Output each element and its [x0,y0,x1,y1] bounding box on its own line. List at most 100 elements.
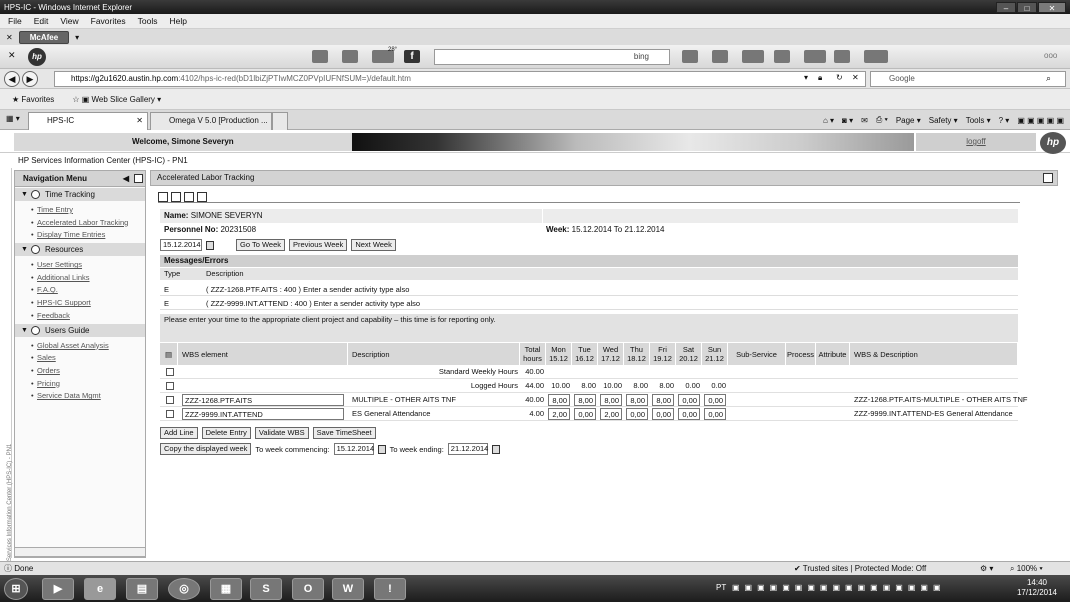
refresh-icon[interactable]: ↻ [836,73,843,82]
save-timesheet-button[interactable]: Save TimeSheet [312,427,376,439]
tab-hps-ic[interactable]: HPS-IC ✕ [28,112,148,130]
minimize-panel-icon[interactable] [1043,173,1053,183]
nav-item-user-settings[interactable]: User Settings [15,259,145,272]
new-tab-button[interactable] [272,112,288,130]
copy-icon[interactable] [171,191,181,202]
nav-group-users-guide[interactable]: ▼ Users Guide [15,323,145,337]
export-icon[interactable] [184,191,194,202]
tab-omega[interactable]: Omega V 5.0 [Production ... [150,112,272,130]
validate-wbs-button[interactable]: Validate WBS [254,427,309,439]
menu-file[interactable]: File [8,16,22,26]
close-button[interactable]: ✕ [1038,1,1066,13]
safety-menu[interactable]: Safety ▾ [929,116,958,125]
nav-item-time-entry[interactable]: Time Entry [15,204,145,217]
nav-item-sales[interactable]: Sales [15,352,145,365]
date-input[interactable]: 15.12.2014 [160,239,202,251]
forward-icon[interactable]: ▶ [22,71,38,87]
toolbar-icon-3[interactable] [804,50,826,63]
hours-input-fri[interactable]: 0,00 [652,408,674,420]
favorites-button[interactable]: ★ Favorites [12,95,54,104]
chrome-icon[interactable]: ◎ [168,578,200,600]
hours-input-mon[interactable]: 8,00 [548,394,570,406]
hours-input-sun[interactable]: 0,00 [704,408,726,420]
back-icon[interactable]: ◀ [4,71,20,87]
chevron-down-icon[interactable]: ▾ [75,33,79,42]
close-tab-icon[interactable]: ✕ [136,113,143,129]
toolbar-icon-4[interactable] [834,50,850,63]
nav-item-display-time-entries[interactable]: Display Time Entries [15,229,145,242]
media-player-icon[interactable]: ▶ [42,578,74,600]
tools-menu[interactable]: Tools ▾ [966,116,991,125]
maximize-button[interactable]: □ [1017,1,1037,13]
calendar-icon[interactable] [491,444,500,454]
wbs-input[interactable]: ZZZ-1268.PTF.AITS [182,394,344,406]
protected-mode-icon[interactable]: ⚙ ▾ [980,562,993,575]
menu-tools[interactable]: Tools [138,16,158,26]
nav-item-accelerated-labor-tracking[interactable]: Accelerated Labor Tracking [15,217,145,230]
add-line-button[interactable]: Add Line [160,427,198,439]
url-field[interactable]: https://g2u1620.austin.hp.com:4102/hps-i… [54,71,866,87]
outlook-icon[interactable]: O [292,578,324,600]
close-toolbar-icon[interactable]: ✕ [6,33,13,42]
row-checkbox[interactable] [166,368,174,376]
menu-view[interactable]: View [60,16,78,26]
copy-week-button[interactable]: Copy the displayed week [160,443,252,455]
word-icon[interactable]: W [332,578,364,600]
row-checkbox[interactable] [166,382,174,390]
thumbs-up-icon[interactable] [712,50,728,63]
nav-item-additional-links[interactable]: Additional Links [15,272,145,285]
more-icon[interactable]: ooo [1044,51,1057,60]
delete-entry-button[interactable]: Delete Entry [201,427,251,439]
chat-icon[interactable] [774,50,790,63]
hours-input-tue[interactable]: 8,00 [574,394,596,406]
mcafee-button[interactable]: McAfee [18,30,70,44]
minimize-button[interactable]: – [996,1,1016,13]
facebook-icon[interactable]: f [404,50,420,63]
hours-input-sat[interactable]: 0,00 [678,408,700,420]
menu-favorites[interactable]: Favorites [91,16,126,26]
nav-item-feedback[interactable]: Feedback [15,310,145,323]
nav-item-hps-ic-support[interactable]: HPS-IC Support [15,297,145,310]
calendar-icon[interactable] [377,444,386,454]
nav-group-time-tracking[interactable]: ▼ Time Tracking [15,188,145,201]
app-icon[interactable]: ▦ [210,578,242,600]
explorer-icon[interactable]: ▤ [126,578,158,600]
logoff-link[interactable]: logoff [916,133,1036,151]
go-to-week-button[interactable]: Go To Week [236,239,285,251]
toolbar-icon-5[interactable] [864,50,888,63]
nav-item-faq[interactable]: F.A.Q. [15,284,145,297]
clock[interactable]: 14:40 17/12/2014 [1012,578,1062,598]
print-icon[interactable]: ⎙ ▾ [876,115,888,125]
menu-help[interactable]: Help [169,16,186,26]
stop-icon[interactable]: ✕ [852,73,859,82]
mail-icon[interactable]: ✉ [861,116,868,125]
toolbar-icon-2[interactable] [742,50,764,63]
google-search-input[interactable]: Google [870,71,1066,87]
web-slice-gallery[interactable]: ☆ ▣ Web Slice Gallery ▾ [72,95,161,104]
hours-input-thu[interactable]: 0,00 [626,408,648,420]
select-all-icon[interactable]: ▤ [160,343,178,365]
home-icon[interactable]: ⌂ ▾ [823,116,834,125]
collapse-left-icon[interactable]: ◀ [123,171,129,187]
import-icon[interactable] [197,191,207,202]
help-icon[interactable]: ? ▾ [999,116,1010,125]
new-doc-icon[interactable] [158,191,168,202]
hours-input-sun[interactable]: 0,00 [704,394,726,406]
language-indicator[interactable]: PT [716,583,726,592]
ticket-icon[interactable] [312,50,328,63]
hours-input-fri[interactable]: 8,00 [652,394,674,406]
minimize-panel-icon[interactable] [134,174,143,183]
nav-group-resources[interactable]: ▼ Resources [15,243,145,257]
nav-horizontal-scrollbar[interactable] [14,547,146,557]
next-week-button[interactable]: Next Week [351,239,396,251]
zoom-control[interactable]: ⌕ 100% ▾ [1010,562,1043,575]
commencing-date-input[interactable]: 15.12.2014 [333,443,374,455]
row-checkbox[interactable] [166,396,174,404]
addon-icons[interactable]: ▣ ▣ ▣ ▣ ▣ [1017,116,1064,125]
previous-week-button[interactable]: Previous Week [289,239,348,251]
ending-date-input[interactable]: 21.12.2014 [447,443,488,455]
calendar-icon[interactable] [206,240,214,250]
hours-input-wed[interactable]: 8,00 [600,394,622,406]
warning-icon[interactable]: ! [374,578,406,600]
hours-input-tue[interactable]: 0,00 [574,408,596,420]
